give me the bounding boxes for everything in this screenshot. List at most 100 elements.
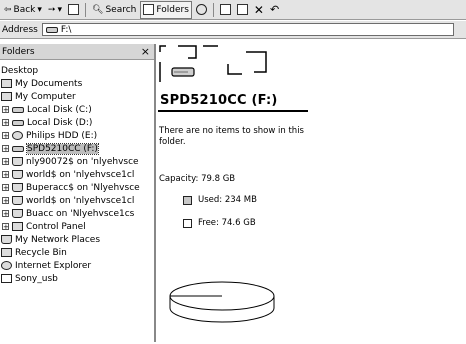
tree-item-label: My Network Places: [15, 234, 101, 245]
tree-item-label: Control Panel: [26, 221, 86, 232]
expand-icon[interactable]: +: [2, 171, 9, 179]
folders-pane-header: Folders ×: [0, 44, 154, 60]
tree-item-my-documents[interactable]: My Documents: [0, 77, 154, 90]
expand-icon[interactable]: +: [2, 158, 9, 166]
toolbar-separator: [85, 2, 87, 17]
address-label: Address: [2, 24, 38, 35]
tree-item-network-drive-1[interactable]: + nly90072$ on 'nlyehvsce: [0, 155, 154, 168]
free-text: Free: 74.6 GB: [198, 218, 256, 228]
delete-icon: ✕: [253, 2, 264, 17]
delete-button[interactable]: ✕: [252, 2, 266, 18]
folders-icon: [143, 4, 155, 15]
used-text: Used: 234 MB: [198, 195, 257, 205]
network-drive-icon: [12, 170, 23, 179]
tree-item-label: Buacc on 'Nlyehvsce1cs: [26, 208, 135, 219]
folder-tree: Desktop My Documents My Computer + Local…: [0, 60, 154, 285]
drive-icon: [12, 145, 24, 152]
tree-item-philips-hdd-e[interactable]: + Philips HDD (E:): [0, 129, 154, 142]
tree-item-my-computer[interactable]: My Computer: [0, 90, 154, 103]
expand-icon[interactable]: +: [2, 106, 9, 114]
toolbar-separator: [212, 2, 214, 17]
tree-item-label: world$ on 'nlyehvsce1cl: [26, 195, 135, 206]
tree-item-network-drive-3[interactable]: + Buperacc$ on 'Nlyehvsce: [0, 181, 154, 194]
free-swatch: [183, 218, 192, 228]
tree-item-my-network-places[interactable]: My Network Places: [0, 233, 154, 246]
tree-item-local-disk-c[interactable]: + Local Disk (C:): [0, 103, 154, 116]
folders-pane: Folders × Desktop My Documents My Comput…: [0, 44, 156, 342]
search-icon: 🔍︎: [92, 4, 104, 15]
internet-explorer-icon: [1, 261, 12, 270]
undo-button[interactable]: ↶: [268, 2, 281, 18]
content-pane: SPD5210CC (F:) There are no items to sho…: [158, 44, 466, 342]
expand-icon[interactable]: +: [2, 184, 9, 192]
folders-button[interactable]: Folders: [140, 0, 192, 19]
philips-drive-icon: [12, 131, 23, 140]
tree-item-desktop[interactable]: Desktop: [0, 64, 154, 77]
disk-usage-pie: [169, 281, 275, 323]
network-places-icon: [1, 235, 12, 244]
forward-button[interactable]: ➙ ▾: [46, 2, 64, 18]
folders-label: Folders: [156, 4, 189, 15]
copy-to-button[interactable]: [235, 2, 250, 18]
expand-icon[interactable]: +: [2, 119, 9, 127]
copy-to-icon: [236, 4, 248, 15]
move-to-icon: [219, 4, 231, 15]
expand-icon[interactable]: +: [2, 145, 9, 153]
address-value: F:\: [60, 24, 72, 35]
tree-item-label: world$ on 'nlyehvsce1cl: [26, 169, 135, 180]
back-arrow-icon: ⇦: [4, 4, 12, 15]
move-to-button[interactable]: [218, 2, 233, 18]
history-icon: [195, 4, 207, 15]
tree-item-label: Internet Explorer: [15, 260, 92, 271]
expand-icon[interactable]: +: [2, 210, 9, 218]
address-input[interactable]: F:\: [41, 23, 454, 36]
tree-item-control-panel[interactable]: + Control Panel: [0, 220, 154, 233]
drive-icon: [12, 106, 24, 113]
tree-item-local-disk-d[interactable]: + Local Disk (D:): [0, 116, 154, 129]
tree-item-recycle-bin[interactable]: Recycle Bin: [0, 246, 154, 259]
tree-item-network-drive-4[interactable]: + world$ on 'nlyehvsce1cl: [0, 194, 154, 207]
tree-item-internet-explorer[interactable]: Internet Explorer: [0, 259, 154, 272]
search-button[interactable]: 🔍︎ Search: [90, 2, 138, 18]
capacity-text: Capacity: 79.8 GB: [159, 174, 236, 184]
tree-item-label: Local Disk (D:): [27, 117, 93, 128]
tree-item-label: My Computer: [15, 91, 76, 102]
back-button[interactable]: ⇦ Back ▾: [2, 2, 44, 18]
up-folder-button[interactable]: [66, 2, 81, 18]
expand-icon[interactable]: +: [2, 197, 9, 205]
tree-item-sony-usb[interactable]: Sony_usb: [0, 272, 154, 285]
tree-item-label: Philips HDD (E:): [26, 130, 98, 141]
network-drive-icon: [12, 183, 23, 192]
network-drive-icon: [12, 157, 23, 166]
network-drive-icon: [12, 196, 23, 205]
drive-title: SPD5210CC (F:): [160, 93, 278, 108]
history-button[interactable]: [194, 2, 209, 18]
drive-banner-graphic: [159, 45, 267, 82]
forward-arrow-icon: ➙: [47, 4, 56, 15]
tree-item-network-drive-5[interactable]: + Buacc on 'Nlyehvsce1cs: [0, 207, 154, 220]
used-swatch: [183, 195, 192, 205]
recycle-bin-icon: [1, 248, 12, 257]
tree-item-spd5210cc-f[interactable]: + SPD5210CC (F:): [0, 142, 154, 155]
tree-item-label: Local Disk (C:): [27, 104, 92, 115]
title-divider: [158, 110, 308, 112]
free-legend: Free: 74.6 GB: [183, 218, 256, 228]
back-label: Back: [13, 4, 36, 15]
forward-dropdown-icon[interactable]: ▾: [57, 5, 62, 15]
tree-item-label: Sony_usb: [15, 273, 58, 284]
expand-icon[interactable]: +: [2, 132, 9, 140]
folder-icon: [1, 274, 12, 283]
toolbar: ⇦ Back ▾ ➙ ▾ 🔍︎ Search Folders ✕ ↶: [0, 0, 466, 20]
close-icon[interactable]: ×: [141, 45, 150, 58]
tree-item-network-drive-2[interactable]: + world$ on 'nlyehvsce1cl: [0, 168, 154, 181]
expand-icon[interactable]: +: [2, 223, 9, 231]
network-drive-icon: [12, 209, 23, 218]
computer-icon: [1, 92, 12, 101]
back-dropdown-icon[interactable]: ▾: [37, 5, 42, 15]
documents-folder-icon: [1, 79, 12, 88]
tree-item-label: nly90072$ on 'nlyehvsce: [26, 156, 139, 167]
empty-folder-message: There are no items to show in this folde…: [159, 126, 304, 147]
search-label: Search: [105, 4, 137, 15]
used-legend: Used: 234 MB: [183, 195, 257, 205]
address-bar: Address F:\: [0, 21, 466, 39]
